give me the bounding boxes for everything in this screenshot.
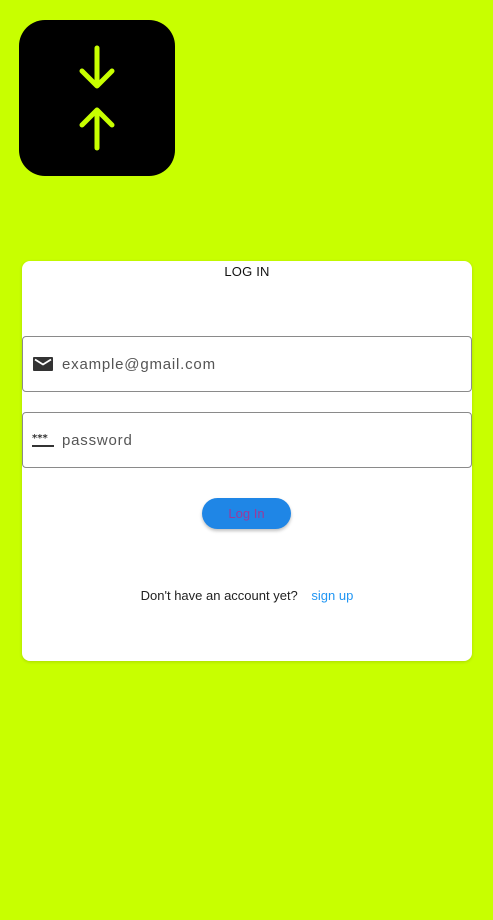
vertical-align-center-icon xyxy=(79,45,115,151)
password-field[interactable]: *** xyxy=(22,412,472,468)
email-input[interactable] xyxy=(62,337,457,391)
signup-prompt: Don't have an account yet? xyxy=(140,588,298,603)
email-icon xyxy=(33,357,53,371)
password-icon: *** xyxy=(32,433,54,447)
signup-link[interactable]: sign up xyxy=(311,588,353,603)
app-logo xyxy=(19,20,175,176)
password-input[interactable] xyxy=(62,413,457,467)
login-card: LOG IN *** Log In Don't have an account … xyxy=(22,261,472,661)
email-field[interactable] xyxy=(22,336,472,392)
signup-row: Don't have an account yet? sign up xyxy=(22,588,472,603)
svg-text:***: *** xyxy=(32,433,48,444)
login-title: LOG IN xyxy=(224,264,270,279)
login-button[interactable]: Log In xyxy=(202,498,291,529)
